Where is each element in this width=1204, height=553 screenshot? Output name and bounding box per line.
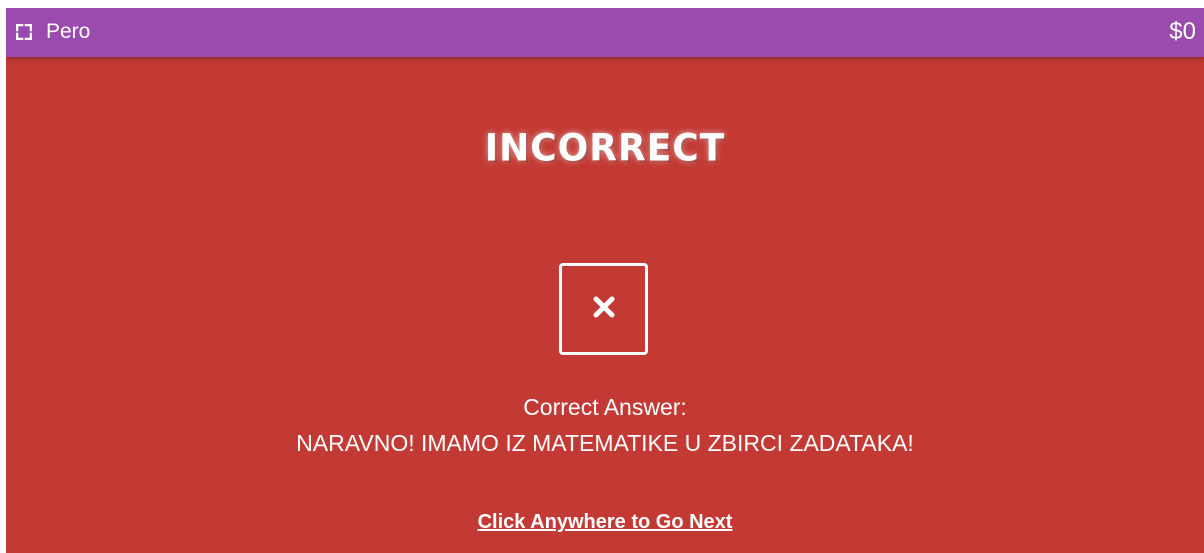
player-name: Pero <box>46 20 91 43</box>
next-link[interactable]: Click Anywhere to Go Next <box>6 510 1204 534</box>
incorrect-indicator <box>559 263 648 355</box>
result-screen[interactable]: Pero $0 INCORRECT Correct Answer: NARAVN… <box>6 8 1204 553</box>
top-bar: Pero $0 <box>6 8 1204 57</box>
result-title: INCORRECT <box>484 126 726 171</box>
close-icon <box>591 294 617 325</box>
correct-answer-text: NARAVNO! IMAMO IZ MATEMATIKE U ZBIRCI ZA… <box>296 430 914 456</box>
cash-counter: $0 <box>1169 18 1196 45</box>
fullscreen-icon[interactable] <box>15 23 33 41</box>
correct-answer-label: Correct Answer: <box>523 394 687 420</box>
